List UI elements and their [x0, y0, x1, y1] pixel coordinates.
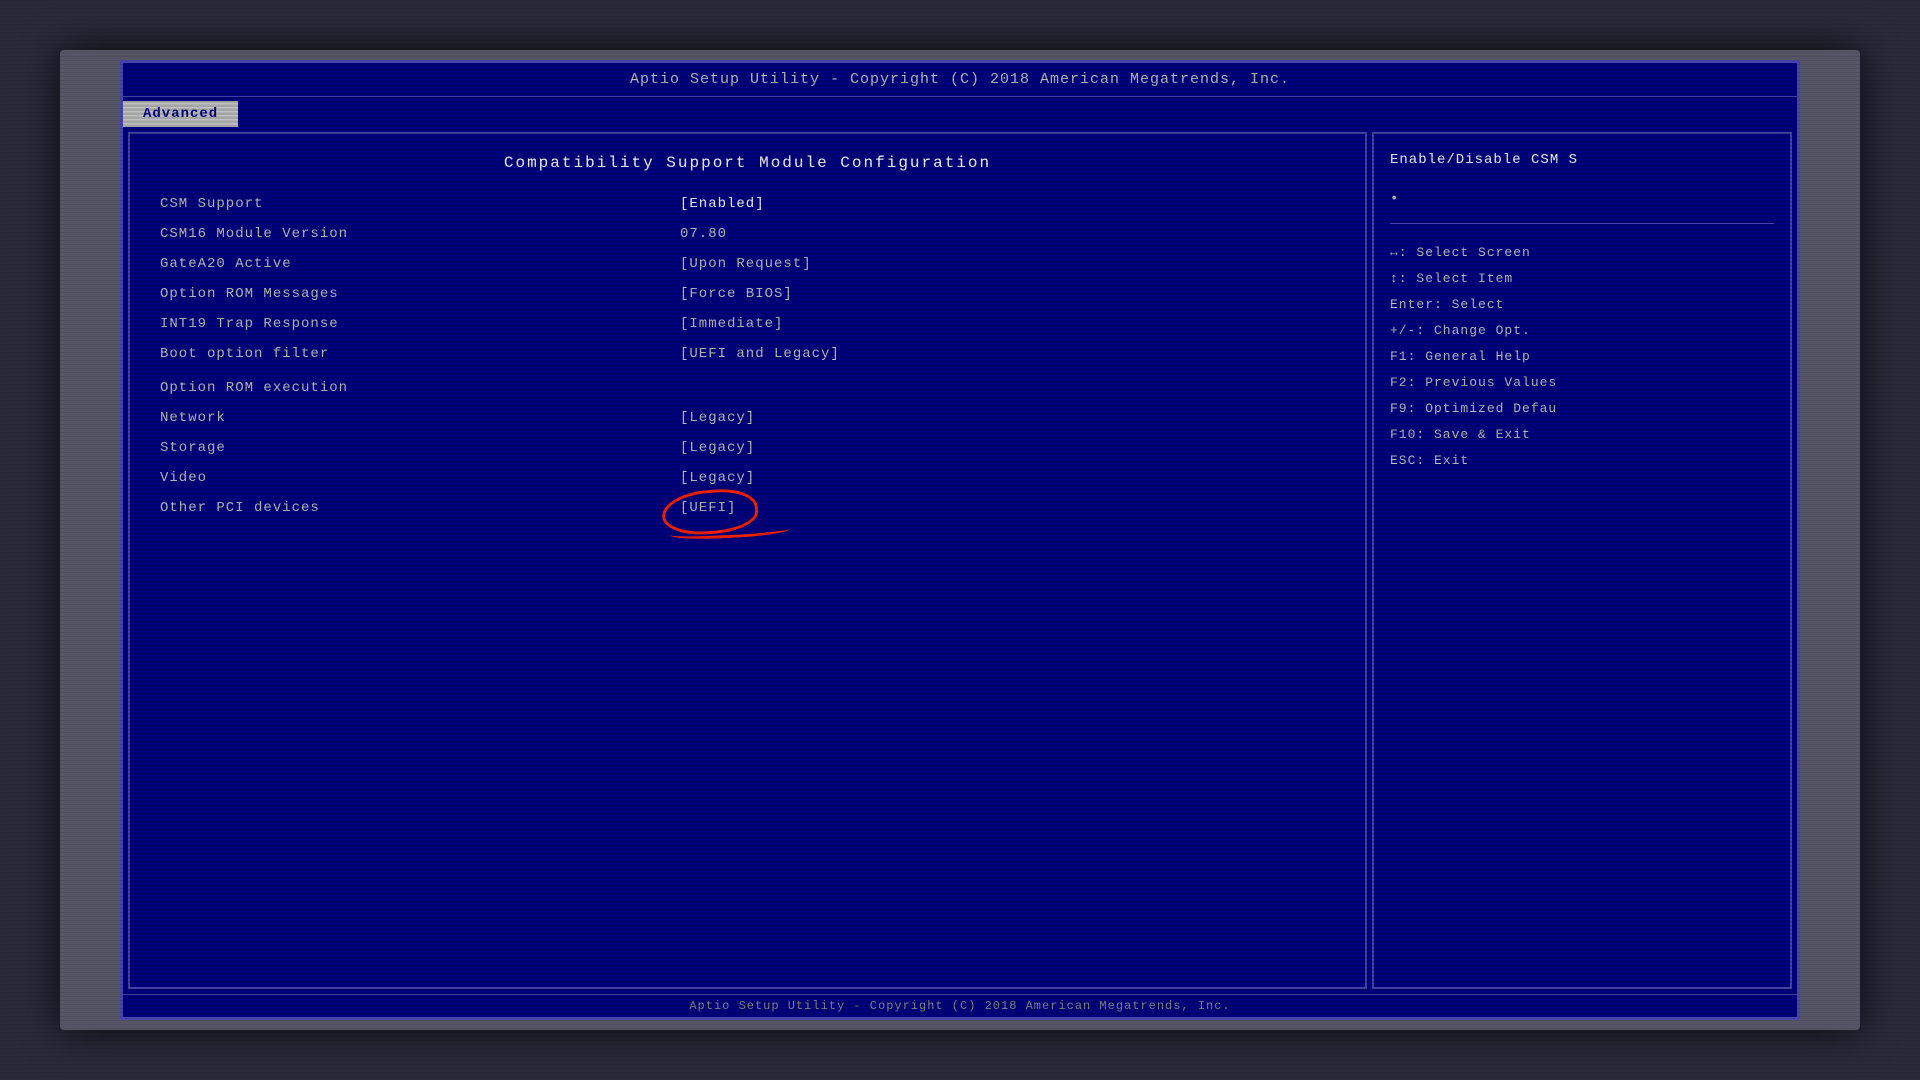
boot-filter-row: Boot option filter [UEFI and Legacy] — [160, 346, 1335, 362]
video-row: Video [Legacy] — [160, 470, 1335, 486]
boot-filter-label: Boot option filter — [160, 346, 680, 362]
gatea20-row: GateA20 Active [Upon Request] — [160, 256, 1335, 272]
sidebar-dot: • — [1390, 191, 1774, 207]
outer-background: Aptio Setup Utility - Copyright (C) 2018… — [0, 0, 1920, 1080]
option-rom-messages-row: Option ROM Messages [Force BIOS] — [160, 286, 1335, 302]
key-optimized-default: F9: Optimized Defau — [1390, 396, 1774, 422]
bios-screen: Aptio Setup Utility - Copyright (C) 2018… — [120, 60, 1800, 1020]
csm-support-row: CSM Support [Enabled] — [160, 196, 1335, 212]
video-label: Video — [160, 470, 680, 486]
key-previous-values: F2: Previous Values — [1390, 370, 1774, 396]
sidebar-description: Enable/Disable CSM S — [1390, 150, 1774, 171]
storage-row: Storage [Legacy] — [160, 440, 1335, 456]
key-enter-select: Enter: Select — [1390, 292, 1774, 318]
network-label: Network — [160, 410, 680, 426]
gatea20-label: GateA20 Active — [160, 256, 680, 272]
bottom-bar-text: Aptio Setup Utility - Copyright (C) 2018… — [689, 999, 1230, 1013]
key-select-item: ↕: Select Item — [1390, 266, 1774, 292]
other-pci-label: Other PCI devices — [160, 500, 680, 516]
option-rom-messages-value[interactable]: [Force BIOS] — [680, 286, 793, 302]
title-bar: Aptio Setup Utility - Copyright (C) 2018… — [123, 63, 1797, 97]
csm-support-label: CSM Support — [160, 196, 680, 212]
key-select-screen: ↔: Select Screen — [1390, 240, 1774, 266]
key-general-help: F1: General Help — [1390, 344, 1774, 370]
bottom-bar: Aptio Setup Utility - Copyright (C) 2018… — [123, 994, 1797, 1017]
option-rom-header: Option ROM execution — [160, 380, 1335, 396]
boot-filter-value[interactable]: [UEFI and Legacy] — [680, 346, 840, 362]
other-pci-value[interactable]: [UEFI] — [680, 500, 736, 516]
sidebar-panel: Enable/Disable CSM S • ↔: Select Screen … — [1372, 132, 1792, 989]
int19-label: INT19 Trap Response — [160, 316, 680, 332]
uefi-underline-decoration — [670, 523, 790, 541]
gatea20-value[interactable]: [Upon Request] — [680, 256, 812, 272]
csm-support-value[interactable]: [Enabled] — [680, 196, 765, 212]
section-title: Compatibility Support Module Configurati… — [160, 154, 1335, 172]
storage-value[interactable]: [Legacy] — [680, 440, 755, 456]
int19-row: INT19 Trap Response [Immediate] — [160, 316, 1335, 332]
video-value[interactable]: [Legacy] — [680, 470, 755, 486]
tab-advanced[interactable]: Advanced — [123, 101, 238, 127]
other-pci-row: Other PCI devices [UEFI] — [160, 500, 1335, 516]
main-area: Compatibility Support Module Configurati… — [123, 127, 1797, 994]
key-help: ↔: Select Screen ↕: Select Item Enter: S… — [1390, 240, 1774, 474]
sidebar-divider — [1390, 223, 1774, 224]
content-panel: Compatibility Support Module Configurati… — [128, 132, 1367, 989]
network-row: Network [Legacy] — [160, 410, 1335, 426]
tab-bar: Advanced — [123, 97, 1797, 127]
csm16-version-label: CSM16 Module Version — [160, 226, 680, 242]
key-save-exit: F10: Save & Exit — [1390, 422, 1774, 448]
csm16-version-value: 07.80 — [680, 226, 727, 242]
key-esc-exit: ESC: Exit — [1390, 448, 1774, 474]
storage-label: Storage — [160, 440, 680, 456]
option-rom-messages-label: Option ROM Messages — [160, 286, 680, 302]
key-change-opt: +/-: Change Opt. — [1390, 318, 1774, 344]
csm16-version-row: CSM16 Module Version 07.80 — [160, 226, 1335, 242]
title-text: Aptio Setup Utility - Copyright (C) 2018… — [630, 71, 1290, 88]
network-value[interactable]: [Legacy] — [680, 410, 755, 426]
monitor-frame: Aptio Setup Utility - Copyright (C) 2018… — [60, 50, 1860, 1030]
int19-value[interactable]: [Immediate] — [680, 316, 783, 332]
